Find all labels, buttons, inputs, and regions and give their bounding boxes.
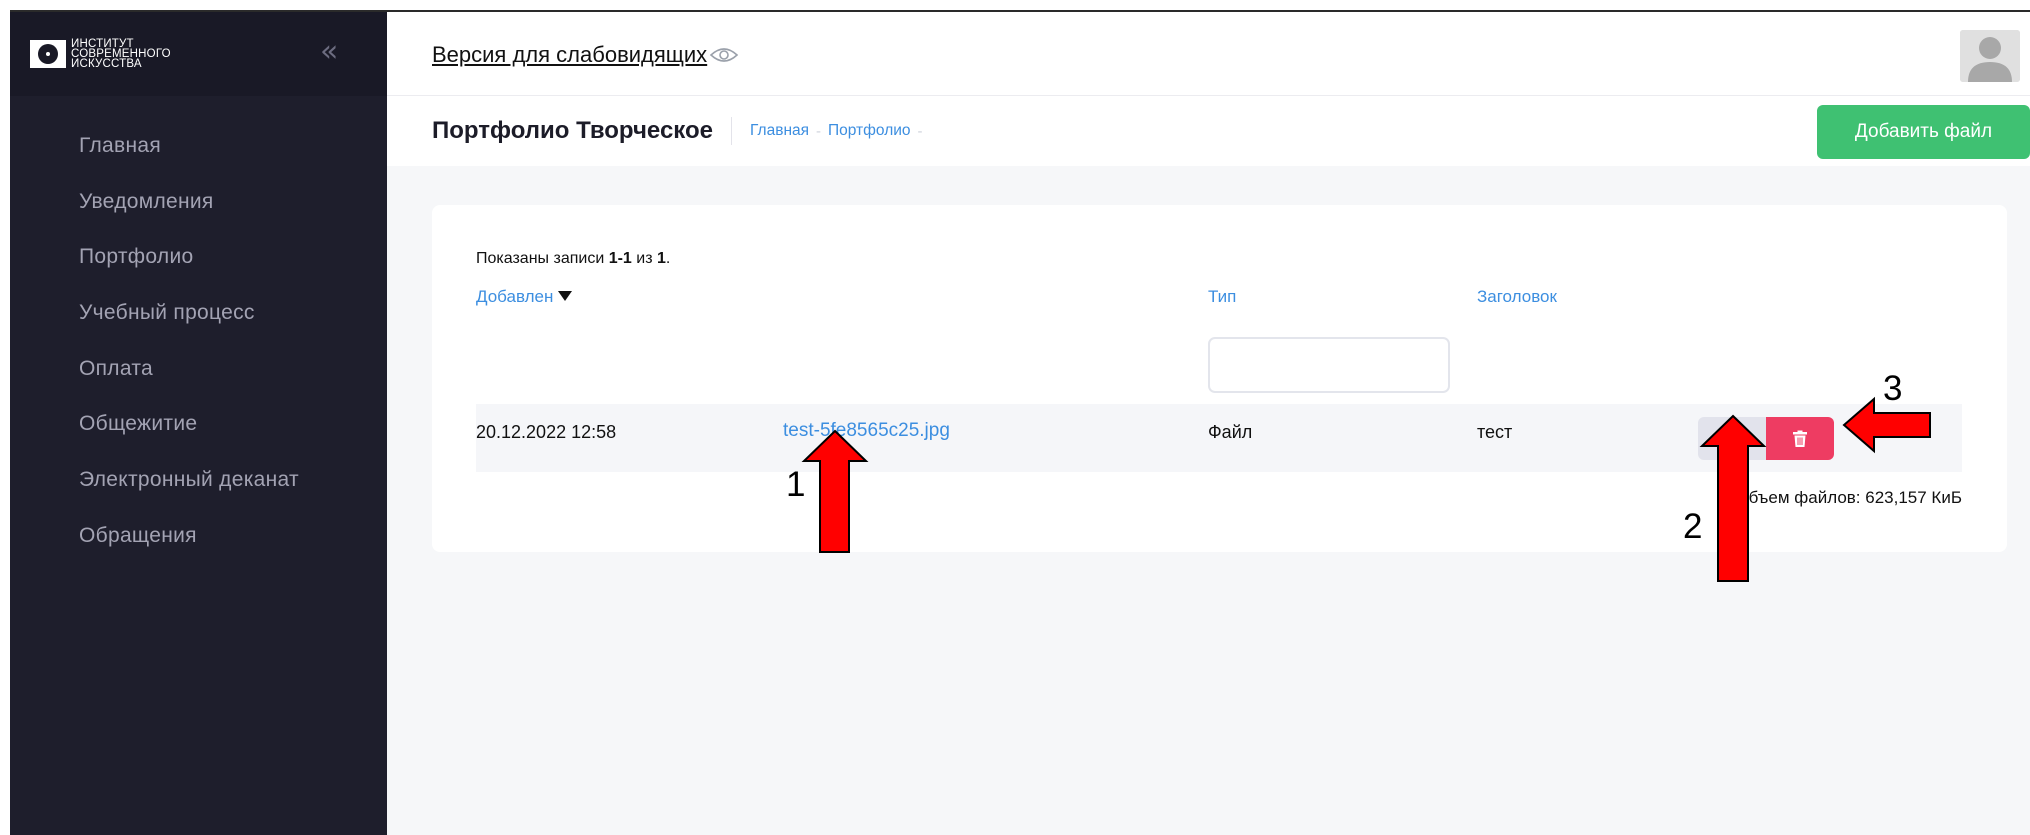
pencil-icon xyxy=(1725,431,1739,446)
cell-added: 20.12.2022 12:58 xyxy=(476,422,617,442)
records-summary: Показаны записи 1-1 из 1. xyxy=(476,250,671,267)
page-header: Портфолио Творческое Главная - Портфолио… xyxy=(387,96,2030,166)
sidebar-item-dormitory[interactable]: Общежитие xyxy=(10,396,387,452)
sidebar-item-portfolio[interactable]: Портфолио xyxy=(10,229,387,285)
sidebar: Институт современного искусства « Главна… xyxy=(10,12,387,835)
portfolio-files-card: Показаны записи 1-1 из 1. Добавлен Тип З… xyxy=(432,205,2007,552)
sidebar-item-payment[interactable]: Оплата xyxy=(10,341,387,397)
sidebar-header: Институт современного искусства « xyxy=(10,12,387,96)
sidebar-item-requests[interactable]: Обращения xyxy=(10,508,387,564)
page-title: Портфолио Творческое xyxy=(432,117,714,144)
breadcrumb-home[interactable]: Главная xyxy=(750,122,809,140)
column-header-type[interactable]: Тип xyxy=(1208,287,1236,307)
institute-logo-icon[interactable] xyxy=(30,40,66,68)
sort-desc-icon xyxy=(558,291,573,301)
storage-usage: Объем файлов: 623,157 КиБ xyxy=(1735,488,1962,507)
sidebar-item-e-dean-office[interactable]: Электронный деканат xyxy=(10,452,387,508)
institute-logo-text: Институт современного искусства xyxy=(71,38,171,70)
breadcrumb-portfolio[interactable]: Портфолио xyxy=(828,122,911,140)
sidebar-nav: Главная Уведомления Портфолио Учебный пр… xyxy=(10,118,387,564)
add-file-button[interactable]: Добавить файл xyxy=(1817,105,2030,159)
eye-icon xyxy=(710,48,739,62)
cell-title: тест xyxy=(1477,422,1513,442)
breadcrumb-separator: - xyxy=(917,122,923,140)
cell-type: Файл xyxy=(1208,422,1253,442)
accessibility-version-link[interactable]: Версия для слабовидящих xyxy=(432,42,739,68)
column-header-title[interactable]: Заголовок xyxy=(1477,287,1557,307)
app-frame: Институт современного искусства « Главна… xyxy=(10,10,2030,835)
user-avatar[interactable] xyxy=(1960,30,2020,82)
accessibility-version-label: Версия для слабовидящих xyxy=(432,42,708,67)
sidebar-item-notifications[interactable]: Уведомления xyxy=(10,174,387,230)
top-bar: Версия для слабовидящих xyxy=(387,12,2030,96)
collapse-sidebar-icon[interactable]: « xyxy=(320,37,338,67)
sidebar-item-home[interactable]: Главная xyxy=(10,118,387,174)
breadcrumb: Главная - Портфолио - xyxy=(750,122,930,140)
title-divider xyxy=(731,117,733,145)
trash-icon xyxy=(1793,430,1807,447)
type-filter-input[interactable] xyxy=(1208,337,1450,393)
file-link[interactable]: test-5fe8565c25.jpg xyxy=(783,420,950,442)
user-silhouette-icon xyxy=(1960,30,2020,82)
annotation-number-1: 1 xyxy=(786,465,806,504)
breadcrumb-separator: - xyxy=(816,122,822,140)
sidebar-item-study-process[interactable]: Учебный процесс xyxy=(10,285,387,341)
annotation-number-2: 2 xyxy=(1683,507,1703,546)
column-header-added[interactable]: Добавлен xyxy=(476,287,573,307)
annotation-number-3: 3 xyxy=(1883,369,1903,408)
edit-button[interactable] xyxy=(1698,417,1766,460)
delete-button[interactable] xyxy=(1766,417,1834,460)
table-row: 20.12.2022 12:58 test-5fe8565c25.jpg Фай… xyxy=(476,404,1962,472)
